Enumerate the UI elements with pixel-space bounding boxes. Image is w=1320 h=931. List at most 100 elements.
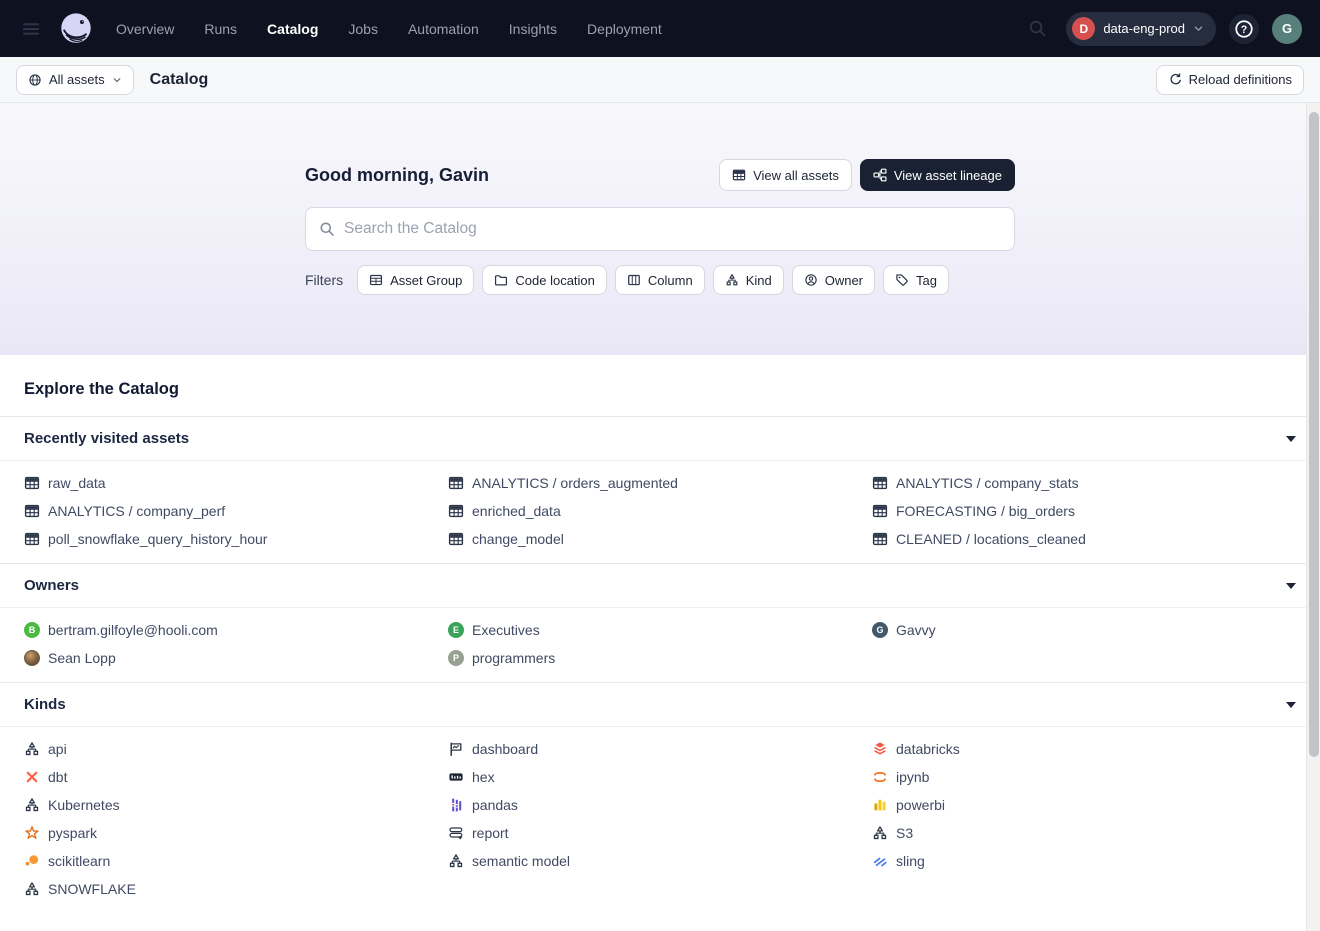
owners-header[interactable]: Owners [0,564,1320,608]
kind-link[interactable]: hex [448,763,872,791]
recently-visited-header[interactable]: Recently visited assets [0,417,1320,461]
reload-icon [1168,73,1182,87]
column-icon [627,273,641,287]
kind-icon [24,881,40,897]
kinds-header[interactable]: Kinds [0,683,1320,727]
nav-item-deployment[interactable]: Deployment [587,21,662,37]
kind-link[interactable]: pandas [448,791,872,819]
nav-item-catalog[interactable]: Catalog [267,21,318,37]
asset-link[interactable]: poll_snowflake_query_history_hour [24,525,448,553]
dagster-octopus-logo[interactable] [56,9,96,49]
filter-owner[interactable]: Owner [792,265,875,295]
asset-group-icon [369,273,383,287]
asset-link[interactable]: raw_data [24,469,448,497]
kind-link[interactable]: powerbi [872,791,1296,819]
kind-link[interactable]: dbt [24,763,448,791]
kinds-section: Kinds api dashboard databricks dbt hex i… [0,682,1320,913]
table-icon [448,503,464,519]
owner-link[interactable]: GGavvy [872,616,1296,644]
deployment-switcher[interactable]: D data-eng-prod [1066,12,1216,46]
greeting-heading: Good morning, Gavin [305,165,489,186]
vertical-scrollbar-track[interactable] [1306,103,1320,931]
kind-link[interactable]: Kubernetes [24,791,448,819]
kind-link[interactable]: api [24,735,448,763]
explore-catalog-heading: Explore the Catalog [24,380,1296,399]
table-icon [872,531,888,547]
table-icon [872,503,888,519]
report-icon [448,825,464,841]
owner-link[interactable]: Bbertram.gilfoyle@hooli.com [24,616,448,644]
kind-link[interactable]: dashboard [448,735,872,763]
vertical-scrollbar-thumb[interactable] [1309,112,1319,757]
kind-icon [725,273,739,287]
kind-link[interactable]: report [448,819,872,847]
asset-link[interactable]: CLEANED / locations_cleaned [872,525,1296,553]
kind-icon [448,853,464,869]
asset-scope-selector[interactable]: All assets [16,65,134,95]
kind-icon [24,797,40,813]
asset-scope-label: All assets [49,72,105,87]
chevron-down-icon [1193,23,1204,34]
owner-link[interactable]: Pprogrammers [448,644,872,672]
kind-link[interactable]: databricks [872,735,1296,763]
table-icon [24,475,40,491]
sling-icon [872,853,888,869]
kinds-title: Kinds [24,696,66,713]
collapse-caret-icon[interactable] [1286,583,1296,589]
kind-link[interactable]: sling [872,847,1296,875]
kind-link[interactable]: ipynb [872,763,1296,791]
filter-kind[interactable]: Kind [713,265,784,295]
kind-link[interactable]: SNOWFLAKE [24,875,448,903]
owner-avatar: B [24,622,40,638]
asset-link[interactable]: change_model [448,525,872,553]
filter-asset-group[interactable]: Asset Group [357,265,474,295]
filter-code-location[interactable]: Code location [482,265,607,295]
view-asset-lineage-button[interactable]: View asset lineage [860,159,1015,191]
nav-item-runs[interactable]: Runs [204,21,237,37]
kind-link[interactable]: semantic model [448,847,872,875]
catalog-search-input[interactable] [344,220,1001,238]
nav-item-jobs[interactable]: Jobs [348,21,378,37]
view-asset-lineage-label: View asset lineage [894,168,1002,183]
owners-title: Owners [24,577,79,594]
kind-link[interactable]: pyspark [24,819,448,847]
asset-link[interactable]: ANALYTICS / company_stats [872,469,1296,497]
filter-column[interactable]: Column [615,265,705,295]
nav-item-automation[interactable]: Automation [408,21,479,37]
asset-link[interactable]: ANALYTICS / orders_augmented [448,469,872,497]
owner-photo-avatar [24,650,40,666]
main-nav: Overview Runs Catalog Jobs Automation In… [116,21,662,37]
kind-link[interactable]: S3 [872,819,1296,847]
search-icon [319,221,335,237]
nav-item-overview[interactable]: Overview [116,21,174,37]
page-title: Catalog [150,71,209,89]
reload-definitions-label: Reload definitions [1189,72,1292,87]
hamburger-icon[interactable] [14,12,48,46]
asset-link[interactable]: FORECASTING / big_orders [872,497,1296,525]
asset-link[interactable]: enriched_data [448,497,872,525]
deployment-initial-badge: D [1072,17,1095,40]
search-icon[interactable] [1021,13,1053,45]
nav-item-insights[interactable]: Insights [509,21,557,37]
folder-icon [494,273,508,287]
owner-link[interactable]: EExecutives [448,616,872,644]
recently-visited-list: raw_data ANALYTICS / orders_augmented AN… [0,461,1320,563]
filter-tag[interactable]: Tag [883,265,949,295]
recently-visited-title: Recently visited assets [24,430,189,447]
view-all-assets-button[interactable]: View all assets [719,159,852,191]
filters-row: Filters Asset Group Code location Column… [305,265,1015,295]
table-icon [732,168,746,182]
user-avatar[interactable]: G [1272,14,1302,44]
collapse-caret-icon[interactable] [1286,702,1296,708]
catalog-search-box[interactable] [305,207,1015,251]
asset-link[interactable]: ANALYTICS / company_perf [24,497,448,525]
reload-definitions-button[interactable]: Reload definitions [1156,65,1304,95]
table-icon [24,531,40,547]
kind-link[interactable]: scikitlearn [24,847,448,875]
collapse-caret-icon[interactable] [1286,436,1296,442]
owner-avatar: E [448,622,464,638]
help-icon[interactable] [1229,14,1259,44]
databricks-icon [872,741,888,757]
owner-link[interactable]: Sean Lopp [24,644,448,672]
kind-icon [24,741,40,757]
